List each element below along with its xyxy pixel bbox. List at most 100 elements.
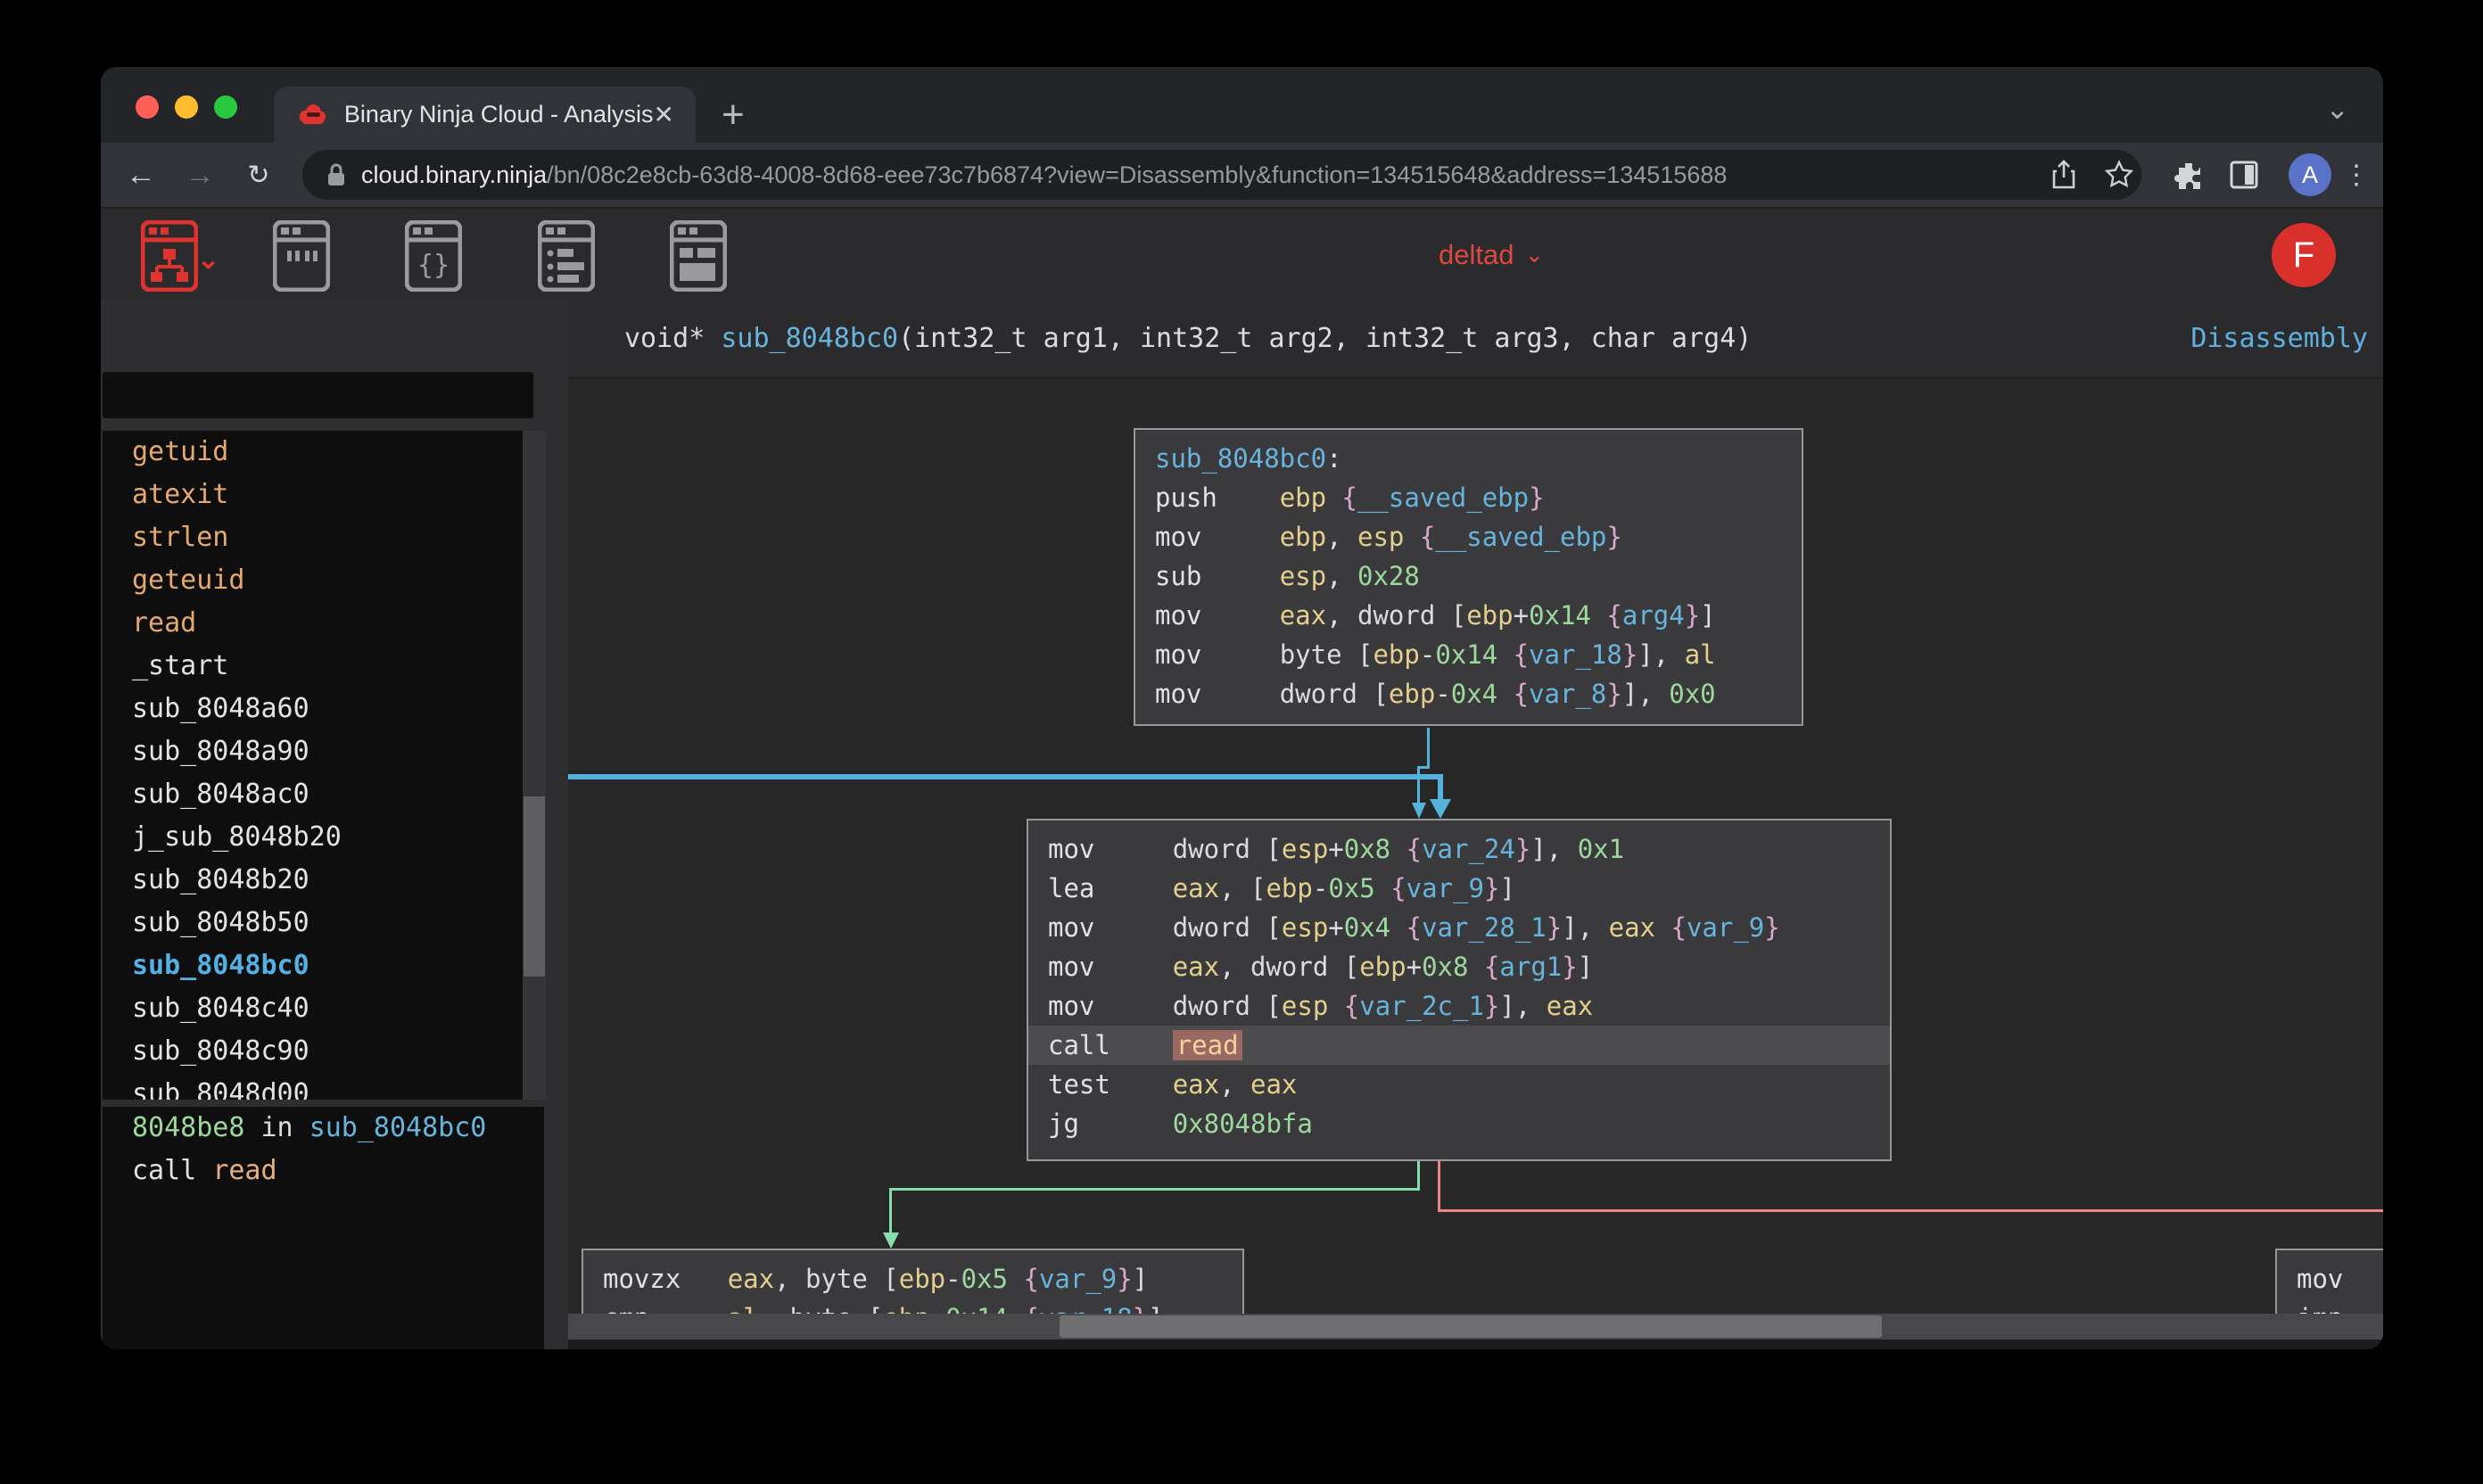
code-token: dword [ bbox=[1173, 991, 1282, 1021]
address-bar[interactable]: cloud.binary.ninja/bn/08c2e8cb-63d8-4008… bbox=[302, 150, 2141, 200]
code-token: ebp bbox=[1359, 952, 1406, 982]
flow-graph-canvas[interactable]: sub_8048bc0:push ebp {__saved_ebp}mov eb… bbox=[568, 379, 2383, 1314]
code-token bbox=[1468, 952, 1483, 982]
code-token: esp bbox=[1357, 522, 1404, 552]
code-token: 0x14 bbox=[945, 1303, 1008, 1314]
code-token: , bbox=[1326, 561, 1357, 591]
asm-line[interactable]: mov eax, dword [ebp+0x8 {arg1}] bbox=[1028, 947, 1890, 986]
linear-view-button[interactable] bbox=[273, 220, 330, 292]
side-panel-icon[interactable] bbox=[2219, 143, 2269, 207]
code-token: in bbox=[244, 1112, 309, 1143]
function-filter-input[interactable] bbox=[103, 372, 533, 418]
code-token: - bbox=[1435, 679, 1450, 709]
asm-line[interactable]: movzx eax, byte [ebp-0x5 {var_9}] bbox=[583, 1259, 1242, 1298]
binary-selector[interactable]: deltad ⌄ bbox=[1439, 209, 1544, 301]
basic-block[interactable]: mov dword [esp+0x8 {var_24}], 0x1lea eax… bbox=[1027, 819, 1892, 1161]
window-minimize-button[interactable] bbox=[175, 95, 198, 119]
asm-line[interactable]: jmp bbox=[2277, 1298, 2383, 1314]
asm-line[interactable]: lea eax, [ebp-0x5 {var_9}] bbox=[1028, 869, 1890, 908]
asm-line[interactable]: mov dword [esp+0x4 {var_28_1}], eax {var… bbox=[1028, 908, 1890, 947]
graph-horizontal-scrollbar[interactable] bbox=[568, 1314, 2383, 1340]
types-view-button[interactable] bbox=[538, 220, 595, 292]
code-token: - bbox=[945, 1264, 961, 1294]
graph-view-button[interactable] bbox=[141, 220, 198, 292]
function-list-item[interactable]: strlen bbox=[103, 516, 546, 559]
function-list-item[interactable]: sub_8048b20 bbox=[103, 859, 546, 902]
binaryninja-toolbar: ⌄ {} bbox=[101, 207, 2383, 299]
asm-line[interactable]: mov dword [esp+0x8 {var_24}], 0x1 bbox=[1028, 829, 1890, 869]
function-list-item[interactable]: sub_8048a60 bbox=[103, 688, 546, 730]
svg-text:{}: {} bbox=[417, 250, 450, 281]
code-token: call bbox=[132, 1155, 196, 1186]
graph-horizontal-scrollbar-thumb[interactable] bbox=[1060, 1315, 1882, 1338]
asm-line[interactable]: sub esp, 0x28 bbox=[1135, 556, 1802, 596]
function-list-item[interactable]: geteuid bbox=[103, 559, 546, 602]
window-zoom-button[interactable] bbox=[214, 95, 237, 119]
asm-line[interactable]: mov bbox=[2277, 1259, 2383, 1298]
pseudocode-view-button[interactable]: {} bbox=[405, 220, 462, 292]
asm-line[interactable]: mov dword [esp {var_2c_1}], eax bbox=[1028, 986, 1890, 1026]
edge-loop-back bbox=[1438, 774, 1443, 799]
function-list-item[interactable]: getuid bbox=[103, 431, 546, 474]
function-list-item[interactable]: j_sub_8048b20 bbox=[103, 816, 546, 859]
browser-menu-icon[interactable]: ⋮ bbox=[2331, 143, 2381, 207]
reload-button[interactable]: ↻ bbox=[235, 143, 283, 207]
asm-line[interactable]: mov ebp, esp {__saved_ebp} bbox=[1135, 517, 1802, 556]
function-list-item[interactable]: sub_8048c40 bbox=[103, 987, 546, 1030]
asm-line[interactable]: test eax, eax bbox=[1028, 1065, 1890, 1104]
function-list-scrollbar[interactable] bbox=[523, 431, 546, 1100]
function-list-item[interactable]: _start bbox=[103, 645, 546, 688]
code-token: ] bbox=[1578, 952, 1593, 982]
view-type-label[interactable]: Disassembly bbox=[2190, 323, 2368, 354]
browser-profile-avatar[interactable]: A bbox=[2289, 153, 2331, 196]
function-list-scrollbar-thumb[interactable] bbox=[524, 796, 545, 977]
code-token bbox=[1390, 912, 1406, 943]
bookmark-star-icon[interactable] bbox=[2094, 143, 2144, 207]
browser-toolbar: ← → ↻ cloud.binary.ninja/bn/08c2e8cb-63d… bbox=[101, 143, 2383, 207]
asm-line[interactable]: mov dword [ebp-0x4 {var_8}], 0x0 bbox=[1135, 674, 1802, 713]
function-list-item[interactable]: sub_8048a90 bbox=[103, 730, 546, 773]
status-instruction-line: call read bbox=[132, 1150, 544, 1192]
basic-block[interactable]: movzx eax, byte [ebp-0x5 {var_9}]cmp al,… bbox=[582, 1249, 1244, 1314]
function-list-item[interactable]: sub_8048ac0 bbox=[103, 773, 546, 816]
function-signature: void* sub_8048bc0(int32_t arg1, int32_t … bbox=[624, 323, 1752, 354]
new-tab-button[interactable]: + bbox=[722, 99, 745, 131]
function-list-item[interactable]: sub_8048d00 bbox=[103, 1073, 546, 1100]
edge-false-branch bbox=[1438, 1161, 1440, 1212]
code-token: ] bbox=[1148, 1303, 1163, 1314]
user-avatar[interactable]: F bbox=[2272, 223, 2336, 287]
asm-line[interactable]: sub_8048bc0: bbox=[1135, 439, 1802, 478]
asm-line[interactable]: push ebp {__saved_ebp} bbox=[1135, 478, 1802, 517]
asm-line[interactable]: mov byte [ebp-0x14 {var_18}], al bbox=[1135, 635, 1802, 674]
function-list-item[interactable]: read bbox=[103, 602, 546, 645]
code-token: mov bbox=[1155, 679, 1280, 709]
share-icon[interactable] bbox=[2039, 143, 2089, 207]
extensions-icon[interactable] bbox=[2164, 143, 2214, 207]
browser-tab[interactable]: Binary Ninja Cloud - Analysis ✕ bbox=[274, 87, 696, 143]
asm-line[interactable]: mov eax, dword [ebp+0x14 {arg4}] bbox=[1135, 596, 1802, 635]
code-token: arg1 bbox=[1499, 952, 1562, 982]
edge-true-branch bbox=[889, 1188, 892, 1234]
code-token: : bbox=[1326, 443, 1341, 474]
code-token: lea bbox=[1048, 873, 1173, 903]
function-list-item[interactable]: sub_8048bc0 bbox=[103, 944, 546, 987]
code-token: } bbox=[1117, 1264, 1132, 1294]
back-button[interactable]: ← bbox=[117, 143, 165, 207]
forward-button[interactable]: → bbox=[176, 143, 224, 207]
function-list-item[interactable]: atexit bbox=[103, 474, 546, 516]
tab-search-chevron-icon[interactable]: ⌄ bbox=[2325, 92, 2349, 126]
tab-close-icon[interactable]: ✕ bbox=[654, 100, 674, 129]
basic-block[interactable]: sub_8048bc0:push ebp {__saved_ebp}mov eb… bbox=[1134, 428, 1803, 726]
edge-false-branch bbox=[1438, 1209, 2383, 1212]
asm-line[interactable]: jg 0x8048bfa bbox=[1028, 1104, 1890, 1143]
window-close-button[interactable] bbox=[136, 95, 159, 119]
asm-line[interactable]: cmp al, byte [ebp-0x14 {var_18}] bbox=[583, 1298, 1242, 1314]
code-token: , [ bbox=[1219, 873, 1266, 903]
basic-block[interactable]: movjmp bbox=[2275, 1249, 2383, 1314]
code-token bbox=[1497, 679, 1513, 709]
function-list-item[interactable]: sub_8048b50 bbox=[103, 902, 546, 944]
layout-view-button[interactable] bbox=[670, 220, 727, 292]
graph-view-chevron-icon[interactable]: ⌄ bbox=[197, 244, 219, 276]
asm-line[interactable]: call read bbox=[1028, 1026, 1890, 1065]
function-list-item[interactable]: sub_8048c90 bbox=[103, 1030, 546, 1073]
